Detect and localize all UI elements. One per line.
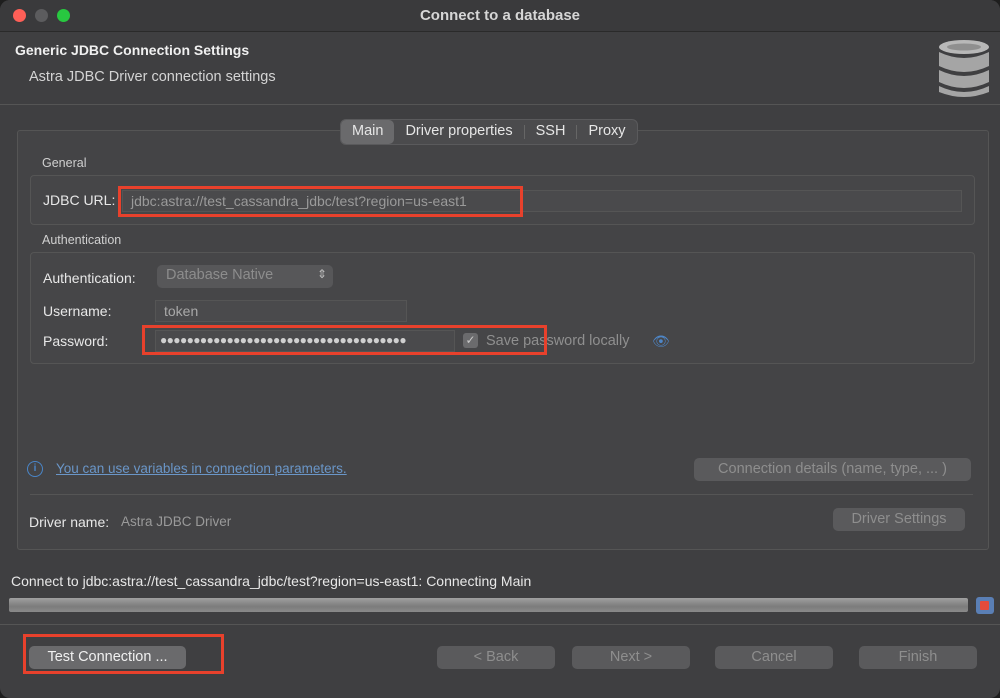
jdbc-url-highlight xyxy=(118,186,523,217)
eye-icon[interactable]: 👁 xyxy=(652,333,670,350)
title-bar: Connect to a database xyxy=(0,0,1000,32)
header-title: Generic JDBC Connection Settings xyxy=(15,42,250,58)
info-icon: i xyxy=(27,461,43,477)
footer-divider xyxy=(0,624,1000,625)
driver-settings-button[interactable]: Driver Settings xyxy=(833,508,965,531)
stop-icon xyxy=(980,601,989,610)
finish-button[interactable]: Finish xyxy=(859,646,977,669)
stop-button[interactable] xyxy=(976,597,994,614)
dialog-header: Generic JDBC Connection Settings Astra J… xyxy=(0,32,1000,105)
tab-proxy[interactable]: Proxy xyxy=(577,120,636,144)
divider xyxy=(30,494,973,495)
driver-name-label: Driver name: xyxy=(29,514,110,530)
connection-details-button[interactable]: Connection details (name, type, ... ) xyxy=(694,458,971,481)
select-arrows-icon: ⇕ xyxy=(316,267,327,281)
authentication-label: Authentication: xyxy=(43,270,136,286)
header-subtitle: Astra JDBC Driver connection settings xyxy=(29,69,276,85)
connection-progress-bar xyxy=(9,598,968,612)
connect-dialog: Connect to a database Generic JDBC Conne… xyxy=(0,0,1000,698)
back-button[interactable]: < Back xyxy=(437,646,555,669)
tab-ssh[interactable]: SSH xyxy=(525,120,577,144)
tab-main[interactable]: Main xyxy=(341,120,395,144)
authentication-select-value: Database Native xyxy=(166,267,274,283)
window-title: Connect to a database xyxy=(419,7,581,24)
username-input[interactable]: token xyxy=(155,300,407,322)
tab-bar: Main Driver properties SSH Proxy xyxy=(340,119,638,145)
general-group-label: General xyxy=(42,156,87,170)
jdbc-url-label: JDBC URL: xyxy=(43,192,116,208)
variables-help-link[interactable]: You can use variables in connection para… xyxy=(56,461,347,476)
test-connection-highlight xyxy=(23,634,224,674)
cancel-button[interactable]: Cancel xyxy=(715,646,833,669)
next-button[interactable]: Next > xyxy=(572,646,690,669)
username-label: Username: xyxy=(43,303,112,319)
password-label: Password: xyxy=(43,333,109,349)
authentication-group-label: Authentication xyxy=(42,233,122,247)
driver-name-value: Astra JDBC Driver xyxy=(121,514,232,529)
connection-status-text: Connect to jdbc:astra://test_cassandra_j… xyxy=(11,573,532,589)
authentication-select[interactable]: Database Native ⇕ xyxy=(157,265,333,288)
tab-driver-properties[interactable]: Driver properties xyxy=(394,120,523,144)
database-icon xyxy=(939,40,989,97)
password-highlight xyxy=(142,325,547,355)
